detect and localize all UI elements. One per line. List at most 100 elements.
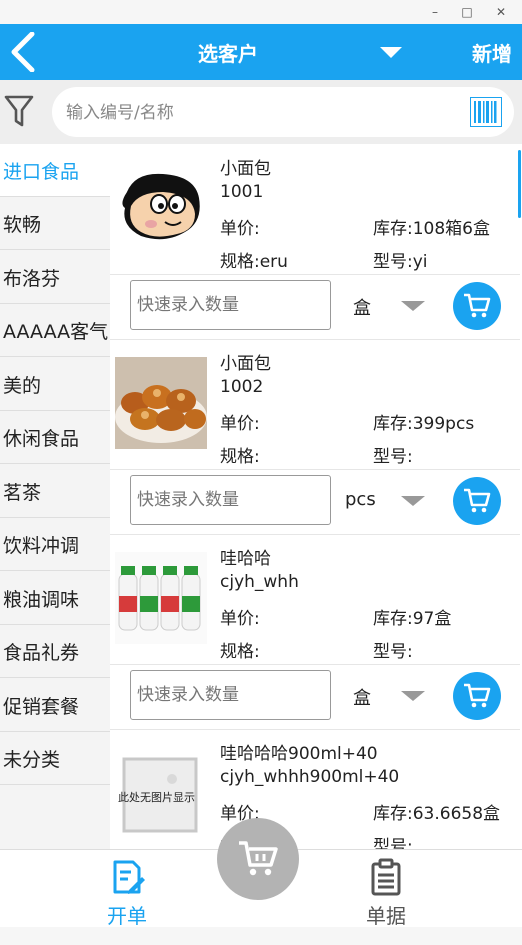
cart-icon xyxy=(464,293,491,318)
product-price: 单价: xyxy=(220,219,260,239)
product-card[interactable]: 小面包 1002 单价: 库存:399pcs 规格: 型号: pcs xyxy=(110,339,520,535)
minimize-button[interactable]: – xyxy=(420,2,450,22)
product-stock: 库存:399pcs xyxy=(373,414,475,434)
quick-entry-row: pcs xyxy=(110,469,520,535)
category-label: AAAAA客气 xyxy=(3,321,109,343)
quantity-input[interactable] xyxy=(130,670,331,720)
add-to-cart-button[interactable] xyxy=(453,672,501,720)
category-item[interactable]: 饮料冲调 xyxy=(0,518,110,571)
product-image xyxy=(115,162,207,254)
category-item[interactable]: 未分类 xyxy=(0,732,110,785)
filter-icon[interactable] xyxy=(4,94,34,128)
product-spec: 规格: xyxy=(220,642,260,662)
window-title-bar: – □ ✕ xyxy=(0,0,522,24)
tab-label: 单据 xyxy=(366,904,406,928)
product-code: cjyh_whh xyxy=(220,572,299,592)
product-info: 小面包 1001 单价: 库存:108箱6盒 规格:eru 型号:yi xyxy=(110,144,520,275)
category-item[interactable]: 粮油调味 xyxy=(0,572,110,625)
product-spec: 规格: xyxy=(220,447,260,467)
category-label: 促销套餐 xyxy=(3,696,80,718)
category-item[interactable]: 软畅 xyxy=(0,197,110,250)
search-bar xyxy=(0,80,522,144)
category-label: 软畅 xyxy=(3,214,42,236)
barcode-scan-icon[interactable] xyxy=(470,97,502,127)
product-code: 1001 xyxy=(220,182,264,202)
cart-icon xyxy=(464,488,491,513)
back-button[interactable] xyxy=(8,31,42,73)
product-stock: 库存:108箱6盒 xyxy=(373,219,490,239)
product-card[interactable]: 哇哈哈 cjyh_whh 单价: 库存:97盒 规格: 型号: 盒 xyxy=(110,534,520,730)
clipboard-icon xyxy=(371,858,401,896)
category-label: 饮料冲调 xyxy=(3,535,80,557)
product-code: 1002 xyxy=(220,377,264,397)
close-button[interactable]: ✕ xyxy=(486,2,516,22)
quantity-input[interactable] xyxy=(130,280,331,330)
page-title: 选客户 xyxy=(198,42,258,66)
quick-entry-row: 盒 xyxy=(110,274,520,340)
product-model: 型号: xyxy=(373,447,413,467)
product-list: 小面包 1001 单价: 库存:108箱6盒 规格:eru 型号:yi 盒 xyxy=(110,144,520,849)
product-card[interactable]: 此处无图片显示 哇哈哈哈900ml+40 cjyh_whhh900ml+40 单… xyxy=(110,729,520,849)
search-box xyxy=(52,87,514,137)
category-label: 粮油调味 xyxy=(3,589,80,611)
dropdown-arrow-icon xyxy=(380,47,402,58)
product-model: 型号: xyxy=(373,837,413,849)
product-price: 单价: xyxy=(220,414,260,434)
cart-icon xyxy=(464,683,491,708)
unit-dropdown-icon[interactable] xyxy=(401,496,425,506)
maximize-button[interactable]: □ xyxy=(452,2,482,22)
category-item[interactable]: 休闲食品 xyxy=(0,411,110,464)
tab-label: 开单 xyxy=(107,904,147,928)
unit-dropdown-icon[interactable] xyxy=(401,691,425,701)
tab-documents[interactable]: 单据 xyxy=(336,850,436,928)
tab-order[interactable]: 开单 xyxy=(77,850,177,928)
product-name: 小面包 xyxy=(220,354,271,374)
product-info: 哇哈哈 cjyh_whh 单价: 库存:97盒 规格: 型号: xyxy=(110,534,520,665)
category-item[interactable]: 食品礼券 xyxy=(0,625,110,678)
product-name: 哇哈哈 xyxy=(220,549,271,569)
category-label: 美的 xyxy=(3,375,42,397)
product-image xyxy=(115,552,207,644)
product-info: 小面包 1002 单价: 库存:399pcs 规格: 型号: xyxy=(110,339,520,470)
category-label: 茗茶 xyxy=(3,482,42,504)
quantity-input[interactable] xyxy=(130,475,331,525)
back-arrow-icon xyxy=(11,31,35,73)
product-image xyxy=(115,357,207,449)
unit-dropdown-icon[interactable] xyxy=(401,301,425,311)
customer-selector[interactable]: 选客户 xyxy=(150,24,410,80)
category-label: 食品礼券 xyxy=(3,642,80,664)
product-card[interactable]: 小面包 1001 单价: 库存:108箱6盒 规格:eru 型号:yi 盒 xyxy=(110,144,520,340)
product-code: cjyh_whhh900ml+40 xyxy=(220,767,400,787)
add-to-cart-button[interactable] xyxy=(453,282,501,330)
category-item[interactable]: 进口食品 xyxy=(0,144,110,197)
cart-fab-button[interactable] xyxy=(217,818,299,900)
product-info: 此处无图片显示 哇哈哈哈900ml+40 cjyh_whhh900ml+40 单… xyxy=(110,729,520,849)
category-item[interactable]: 茗茶 xyxy=(0,465,110,518)
product-stock: 库存:63.6658盒 xyxy=(373,804,501,824)
no-image-text: 此处无图片显示 xyxy=(118,791,195,804)
unit-selector[interactable]: pcs xyxy=(345,489,376,510)
product-stock: 库存:97盒 xyxy=(373,609,452,629)
system-nav-bar xyxy=(0,927,522,945)
product-name: 小面包 xyxy=(220,159,271,179)
list-scrollbar[interactable] xyxy=(518,150,521,218)
new-button[interactable]: 新增 xyxy=(472,38,512,67)
header-bar: 选客户 新增 xyxy=(0,24,522,80)
category-item[interactable]: AAAAA客气 xyxy=(0,304,110,357)
category-sidebar: 进口食品 软畅 布洛芬 AAAAA客气 美的 休闲食品 茗茶 饮料冲调 粮油调味… xyxy=(0,144,110,849)
category-item[interactable]: 美的 xyxy=(0,358,110,411)
order-edit-icon xyxy=(113,860,145,894)
cart-icon xyxy=(239,841,278,876)
search-input[interactable] xyxy=(64,99,448,127)
add-to-cart-button[interactable] xyxy=(453,477,501,525)
category-item[interactable]: 促销套餐 xyxy=(0,679,110,732)
category-item[interactable]: 布洛芬 xyxy=(0,251,110,304)
category-label: 未分类 xyxy=(3,749,61,771)
unit-selector[interactable]: 盒 xyxy=(353,294,371,320)
unit-selector[interactable]: 盒 xyxy=(353,684,371,710)
product-spec: 规格:eru xyxy=(220,252,288,272)
product-price: 单价: xyxy=(220,609,260,629)
product-image-placeholder: 此处无图片显示 xyxy=(110,747,215,839)
product-model: 型号:yi xyxy=(373,252,428,272)
category-label: 布洛芬 xyxy=(3,268,61,290)
